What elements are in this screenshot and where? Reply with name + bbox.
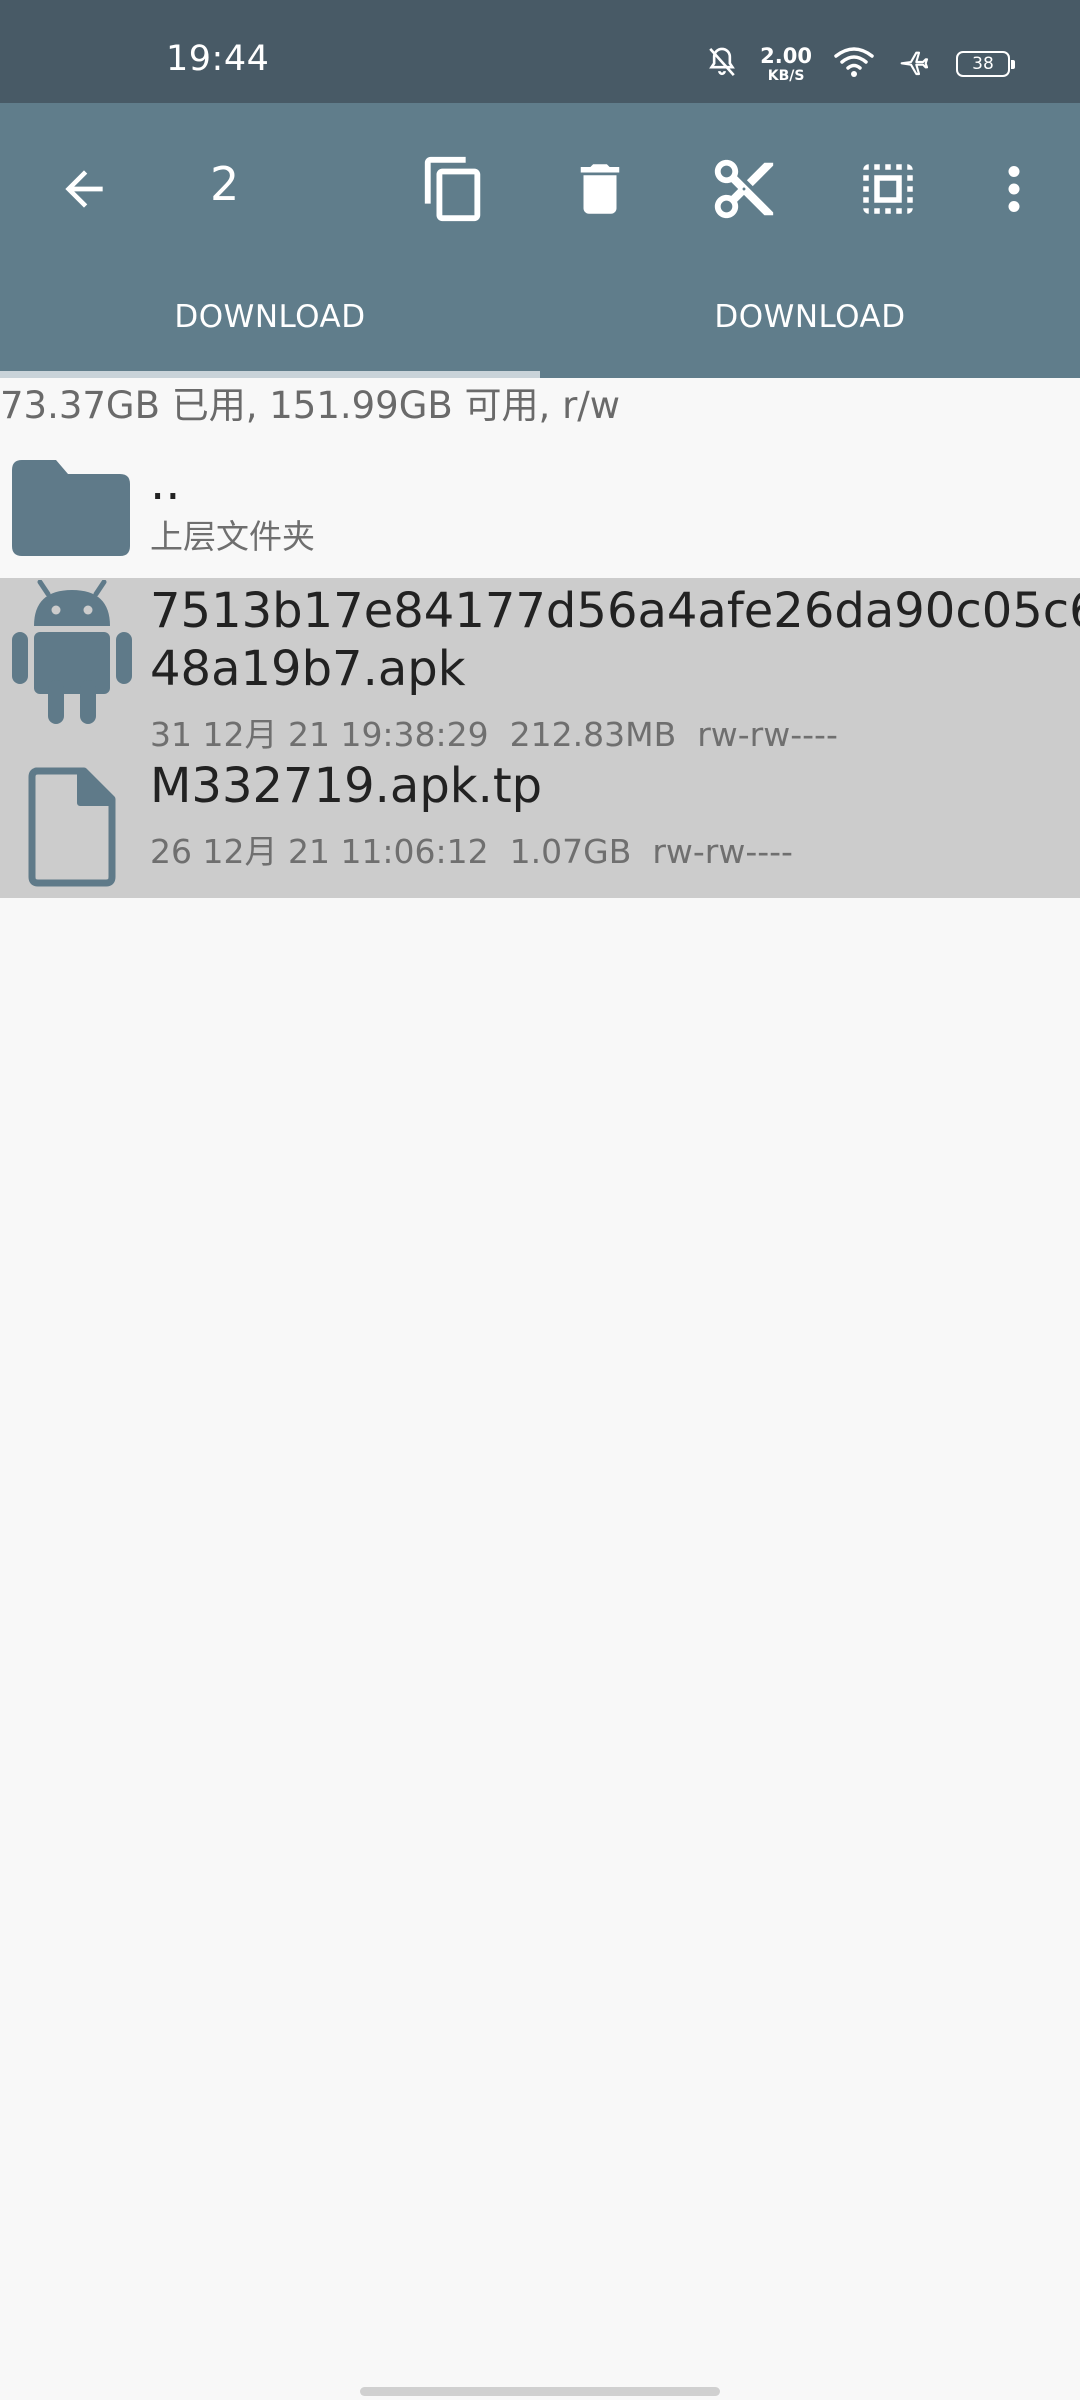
clock: 19:44: [166, 39, 270, 79]
list-item-tp[interactable]: M332719.apk.tp 26 12月 21 11:06:12 1.07GB…: [0, 753, 1080, 898]
file-name-line2: 48a19b7.apk: [150, 641, 466, 697]
status-bar: 19:44 2.00 KB/S 38: [0, 0, 1080, 103]
active-tab-indicator: [0, 371, 540, 378]
copy-icon: [424, 156, 481, 222]
tab-download-left[interactable]: DOWNLOAD: [0, 273, 540, 378]
folder-icon: [10, 458, 132, 562]
more-options-button[interactable]: [972, 147, 1056, 231]
file-date: 26 12月 21 11:06:12: [150, 832, 489, 871]
selection-toolbar: 2: [0, 103, 1080, 273]
airplane-icon: [896, 46, 934, 82]
file-size: 1.07GB: [509, 832, 632, 871]
status-icons: 2.00 KB/S 38: [706, 43, 1015, 84]
path-tabs: DOWNLOAD DOWNLOAD: [0, 273, 1080, 378]
file-permissions: rw-rw----: [697, 715, 838, 754]
delete-button[interactable]: [558, 147, 642, 231]
android-icon: [10, 579, 134, 730]
back-button[interactable]: [42, 147, 126, 231]
cut-icon: [714, 159, 774, 219]
home-indicator[interactable]: [360, 2387, 720, 2396]
list-item-parent-folder[interactable]: .. 上层文件夹: [0, 442, 1080, 578]
file-icon: [28, 767, 116, 891]
wifi-icon: [834, 46, 874, 82]
back-arrow-icon: [65, 170, 103, 208]
file-name-line1: 7513b17e84177d56a4afe26da90c05c67: [150, 583, 1080, 639]
file-name: ..: [150, 455, 181, 511]
delete-icon: [580, 164, 620, 214]
file-date: 31 12月 21 19:38:29: [150, 715, 489, 754]
file-size: 212.83MB: [509, 715, 677, 754]
app-bar: 2 DOWNLOAD DOWNLOAD: [0, 103, 1080, 378]
tab-download-right[interactable]: DOWNLOAD: [540, 273, 1080, 378]
select-all-button[interactable]: [846, 147, 930, 231]
copy-button[interactable]: [412, 147, 496, 231]
selected-count: 2: [210, 157, 240, 211]
battery-icon: 38: [956, 51, 1015, 77]
file-meta: 上层文件夹: [150, 517, 315, 556]
network-speed: 2.00 KB/S: [760, 43, 812, 84]
select-all-icon: [863, 164, 913, 214]
bell-off-icon: [706, 45, 738, 83]
storage-info: 73.37GB 已用, 151.99GB 可用, r/w: [0, 384, 621, 427]
file-name: M332719.apk.tp: [150, 758, 543, 814]
file-meta: 31 12月 21 19:38:29 212.83MB rw-rw----: [150, 708, 838, 756]
file-meta: 26 12月 21 11:06:12 1.07GB rw-rw----: [150, 825, 793, 873]
more-vert-icon: [1008, 166, 1020, 212]
file-permissions: rw-rw----: [652, 832, 793, 871]
cut-button[interactable]: [702, 147, 786, 231]
list-item-apk[interactable]: 7513b17e84177d56a4afe26da90c05c67 48a19b…: [0, 578, 1080, 756]
